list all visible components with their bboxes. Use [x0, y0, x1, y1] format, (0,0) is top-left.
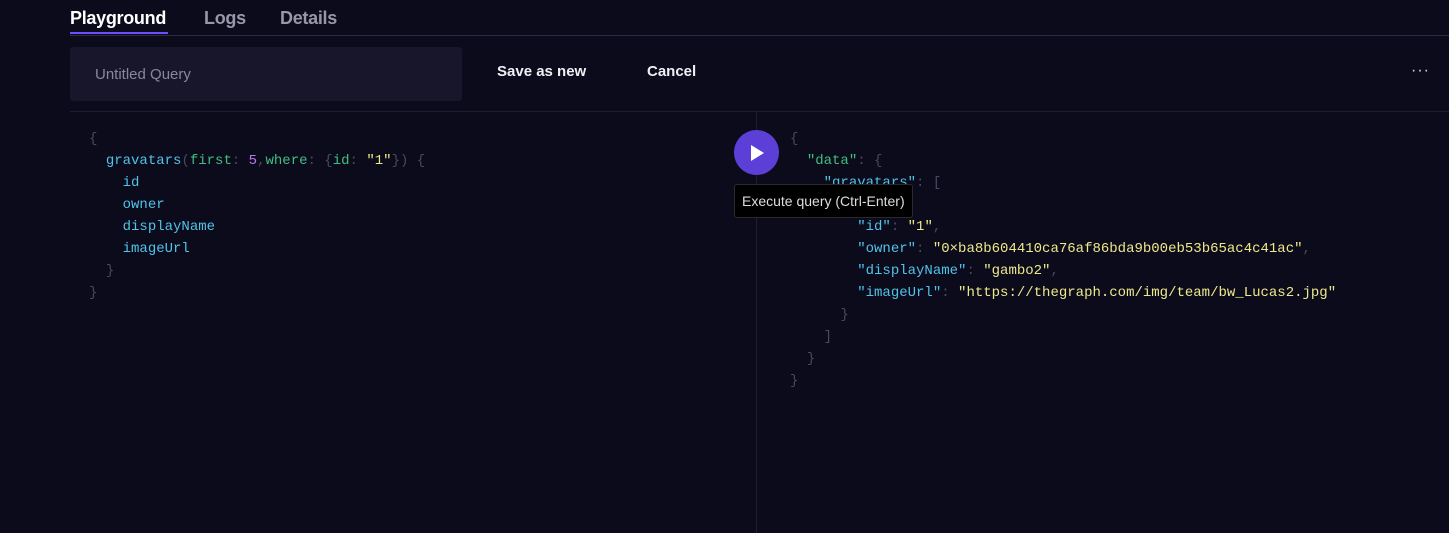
active-tab-indicator [70, 32, 168, 34]
save-as-new-button[interactable]: Save as new [497, 63, 586, 80]
code-token-str: "0×ba8b604410ca76af86bda9b00eb53b65ac4c4… [932, 241, 1303, 257]
query-name-field[interactable] [70, 47, 462, 101]
play-icon [750, 144, 764, 161]
divider [70, 111, 1449, 112]
tab-playground[interactable]: Playground [70, 8, 166, 29]
code-token-str: "1" [907, 219, 933, 235]
code-line: "owner": "0×ba8b604410ca76af86bda9b00eb5… [790, 238, 1336, 260]
code-token-punct: , [1050, 263, 1059, 279]
code-token-punct: { [89, 131, 98, 147]
code-token-punct: : [941, 285, 959, 301]
code-token-str: "1" [366, 153, 392, 169]
code-token-punct: ( [181, 153, 190, 169]
code-line: displayName [89, 216, 425, 238]
code-token-num: 5 [248, 153, 258, 169]
result-viewer: { "data": { "gravatars": [ { "id": "1", … [790, 128, 1336, 392]
code-token-punct: : [890, 219, 908, 235]
tab-details[interactable]: Details [280, 8, 337, 29]
code-token-punct: : { [307, 153, 333, 169]
code-line: } [790, 348, 1336, 370]
code-line: id [89, 172, 425, 194]
code-token-punct: } [840, 307, 849, 323]
code-token-punct: } [790, 373, 799, 389]
code-token-str: "gambo2" [983, 263, 1051, 279]
query-editor[interactable]: { gravatars(first: 5,where: {id: "1"}) {… [89, 128, 425, 304]
code-token-punct: : [ [916, 175, 942, 191]
code-line: gravatars(first: 5,where: {id: "1"}) { [89, 150, 425, 172]
code-token-datakey: "data" [806, 153, 858, 169]
code-token-field: displayName [122, 219, 216, 235]
code-token-arg: id [332, 153, 350, 169]
code-token-punct: } [105, 263, 115, 279]
execute-query-button[interactable] [734, 130, 779, 175]
tab-logs[interactable]: Logs [204, 8, 246, 29]
pane-divider[interactable] [756, 112, 757, 533]
cancel-button[interactable]: Cancel [647, 63, 696, 80]
code-token-punct: { [790, 131, 799, 147]
code-token-key: "displayName" [857, 263, 967, 279]
execute-query-tooltip: Execute query (Ctrl-Enter) [734, 184, 913, 218]
code-line: "id": "1", [790, 216, 1336, 238]
code-line: } [89, 282, 425, 304]
code-token-key: "id" [857, 219, 891, 235]
code-token-arg: where [265, 153, 308, 169]
code-token-field: gravatars [105, 153, 182, 169]
query-name-input[interactable] [95, 47, 445, 101]
code-token-punct: : [966, 263, 984, 279]
tab-bar: Playground Logs Details [70, 0, 1449, 36]
code-token-str: "https://thegraph.com/img/team/bw_Lucas2… [958, 285, 1337, 301]
code-line: ] [790, 326, 1336, 348]
code-line: { [89, 128, 425, 150]
code-token-field: owner [122, 197, 165, 213]
code-token-punct: : [349, 153, 367, 169]
code-token-punct: } [89, 285, 98, 301]
code-token-field: id [122, 175, 140, 191]
code-line: "data": { [790, 150, 1336, 172]
code-token-punct: : [231, 153, 249, 169]
more-options-icon[interactable]: ··· [1411, 62, 1430, 80]
code-line: } [790, 304, 1336, 326]
code-line: } [89, 260, 425, 282]
code-token-field: imageUrl [122, 241, 190, 257]
code-line: owner [89, 194, 425, 216]
code-token-punct: : [916, 241, 933, 257]
code-line: "imageUrl": "https://thegraph.com/img/te… [790, 282, 1336, 304]
code-token-key: "owner" [857, 241, 917, 257]
code-token-arg: first [189, 153, 232, 169]
code-token-punct: , [1302, 241, 1311, 257]
code-line: { [790, 128, 1336, 150]
code-token-punct: : { [857, 153, 883, 169]
code-token-punct: ] [823, 329, 833, 345]
code-token-punct: }) { [391, 153, 426, 169]
code-token-key: "imageUrl" [857, 285, 942, 301]
code-token-punct: } [806, 351, 816, 367]
code-line: } [790, 370, 1336, 392]
code-line: imageUrl [89, 238, 425, 260]
code-token-punct: , [932, 219, 942, 235]
code-line: "displayName": "gambo2", [790, 260, 1336, 282]
